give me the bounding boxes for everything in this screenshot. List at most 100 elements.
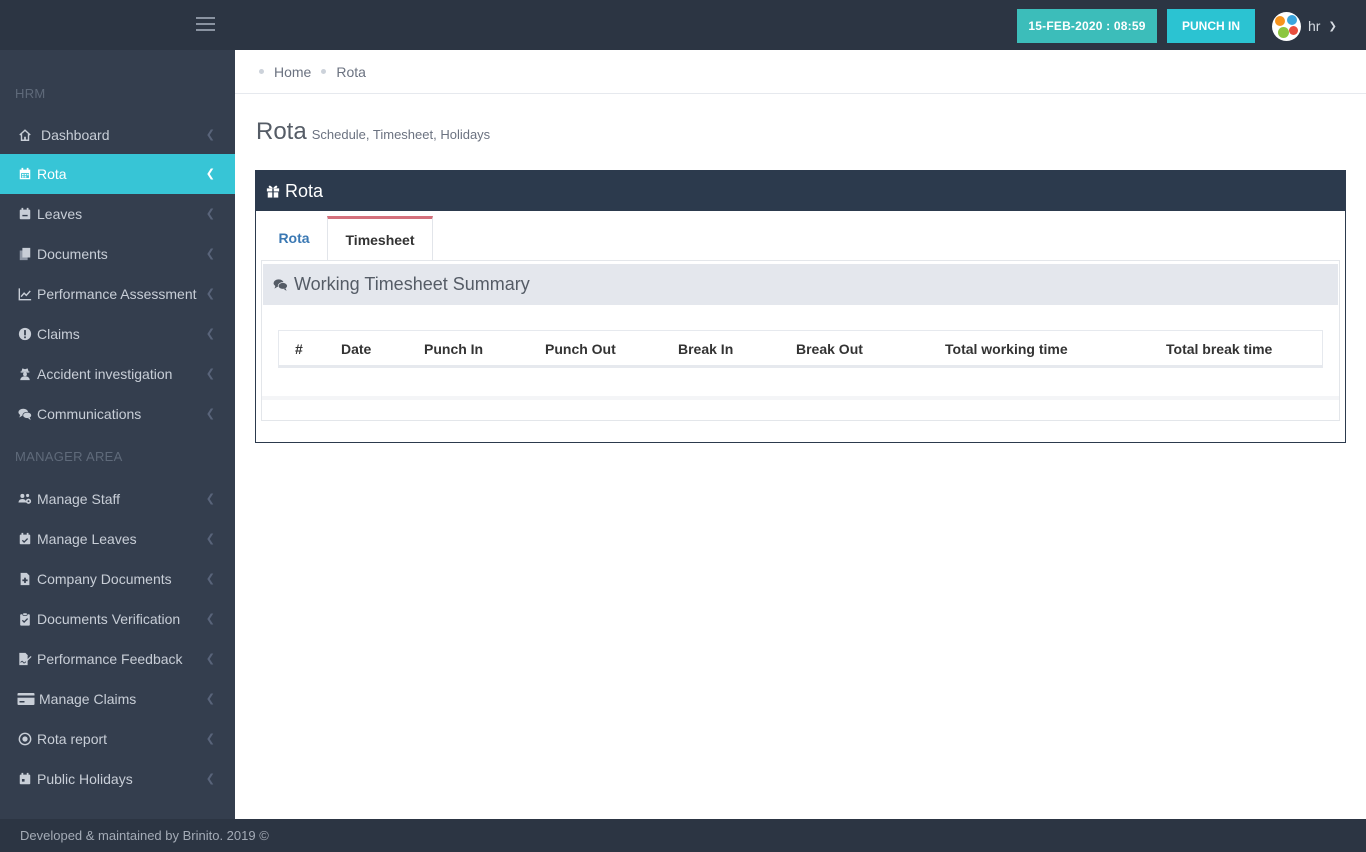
sidebar-item-label: Manage Leaves: [37, 531, 137, 547]
table-header-date[interactable]: Date: [341, 331, 371, 367]
chevron-left-icon: ❮: [205, 653, 215, 665]
sidebar-item-rota-report[interactable]: Rota report ❮: [0, 719, 235, 759]
sidebar-item-label: Accident investigation: [37, 366, 173, 382]
comments-icon: [17, 407, 33, 421]
calendar-minus-icon: [17, 207, 33, 221]
user-name: hr: [1308, 18, 1321, 34]
line-chart-icon: [17, 287, 33, 301]
chevron-left-icon: ❮: [205, 693, 215, 705]
sidebar-item-label: Company Documents: [37, 571, 172, 587]
sidebar-item-manage-claims[interactable]: Manage Claims ❮: [0, 679, 235, 719]
exclamation-circle-icon: [17, 327, 33, 341]
table-header-total-break-time[interactable]: Total break time: [1166, 331, 1272, 367]
panel-footer: [262, 396, 1339, 400]
sidebar-item-label: Manage Claims: [39, 691, 137, 707]
footer-text: Developed & maintained by Brinito. 2019 …: [20, 828, 269, 843]
sidebar-item-label: Dashboard: [41, 127, 110, 143]
sidebar-item-manage-staff[interactable]: Manage Staff ❮: [0, 479, 235, 519]
chevron-left-icon: ❮: [205, 493, 215, 505]
chevron-left-icon: ❮: [205, 368, 215, 380]
sidebar-item-communications[interactable]: Communications ❮: [0, 394, 235, 434]
page-subtitle: Schedule, Timesheet, Holidays: [311, 127, 491, 142]
card-header: Rota: [256, 171, 1345, 211]
sidebar-item-label: Communications: [37, 406, 142, 422]
table-header-break-in[interactable]: Break In: [678, 331, 733, 367]
chevron-left-icon: ❮: [205, 573, 215, 585]
sidebar-item-accident-investigation[interactable]: Accident investigation ❮: [0, 354, 235, 394]
panel-title: Working Timesheet Summary: [294, 274, 530, 294]
table-header-total-working-time[interactable]: Total working time: [945, 331, 1068, 367]
sidebar-item-label: Leaves: [37, 206, 83, 222]
sidebar-item-label: Documents: [37, 246, 108, 262]
sidebar-item-documents[interactable]: Documents ❮: [0, 234, 235, 274]
chevron-left-icon: ❮: [205, 733, 215, 745]
table-header-punch-out[interactable]: Punch Out: [545, 331, 616, 367]
footer: Developed & maintained by Brinito. 2019 …: [0, 819, 1366, 852]
gift-icon: [266, 185, 280, 198]
chevron-left-icon: ❮: [205, 248, 215, 260]
sidebar-item-manage-leaves[interactable]: Manage Leaves ❮: [0, 519, 235, 559]
sidebar-item-label: Documents Verification: [37, 611, 181, 627]
breadcrumb-home[interactable]: Home: [274, 64, 311, 80]
copy-icon: [17, 247, 33, 261]
users-cog-icon: [17, 492, 33, 506]
chevron-left-icon: ❮: [205, 288, 215, 300]
section-label-manager-area: MANAGER AREA: [15, 449, 123, 464]
datetime-badge: 15-FEB-2020 : 08:59: [1017, 9, 1157, 43]
tab-timesheet[interactable]: Timesheet: [327, 216, 433, 260]
dot-circle-icon: [17, 732, 33, 746]
calendar-day-icon: [17, 772, 33, 786]
sidebar-item-dashboard[interactable]: Dashboard ❮: [0, 115, 235, 155]
chevron-left-icon: ❮: [205, 613, 215, 625]
chevron-left-icon: ❮: [205, 168, 215, 180]
comments-icon: [273, 279, 288, 291]
sidebar-item-company-documents[interactable]: Company Documents ❮: [0, 559, 235, 599]
chevron-left-icon: ❮: [205, 328, 215, 340]
breadcrumb-separator: [259, 69, 264, 74]
chevron-left-icon: ❮: [205, 129, 215, 141]
rota-card: Rota Rota Timesheet Working Timesheet Su…: [255, 170, 1346, 443]
file-medical-icon: [17, 572, 33, 586]
sidebar-item-label: Claims: [37, 326, 80, 342]
timesheet-table: # Date Punch In Punch Out Break In Break…: [278, 330, 1323, 368]
sidebar-item-leaves[interactable]: Leaves ❮: [0, 194, 235, 234]
table-header-break-out[interactable]: Break Out: [796, 331, 863, 367]
chevron-left-icon: ❮: [205, 533, 215, 545]
avatar: [1272, 11, 1301, 41]
sidebar-item-rota[interactable]: Rota ❮: [0, 154, 235, 194]
file-signature-icon: [17, 652, 33, 666]
sidebar-item-label: Performance Assessment: [37, 286, 197, 302]
sidebar-item-documents-verification[interactable]: Documents Verification ❮: [0, 599, 235, 639]
user-secret-icon: [17, 367, 33, 381]
sidebar-item-performance-feedback[interactable]: Performance Feedback ❮: [0, 639, 235, 679]
breadcrumb-separator: [321, 69, 327, 74]
table-header-punch-in[interactable]: Punch In: [424, 331, 483, 367]
sidebar-item-label: Rota report: [37, 731, 108, 747]
punch-in-button[interactable]: PUNCH IN: [1167, 9, 1255, 43]
sidebar-item-claims[interactable]: Claims ❮: [0, 314, 235, 354]
sidebar-item-label: Rota: [37, 166, 67, 182]
breadcrumb: Home Rota: [235, 50, 1366, 94]
hamburger-menu-icon[interactable]: [196, 17, 215, 31]
tab-rota[interactable]: Rota: [262, 216, 326, 260]
sidebar-item-label: Performance Feedback: [37, 651, 183, 667]
chevron-left-icon: ❮: [205, 208, 215, 220]
sidebar: HRM Dashboard ❮ Rota ❮ Leaves ❮ Document…: [0, 50, 235, 819]
page-title-text: Rota: [256, 118, 307, 145]
breadcrumb-rota[interactable]: Rota: [336, 64, 366, 80]
panel-header: Working Timesheet Summary: [263, 264, 1338, 305]
chevron-left-icon: ❮: [205, 773, 215, 785]
top-bar: 15-FEB-2020 : 08:59 PUNCH IN hr ❯: [0, 0, 1366, 50]
sidebar-item-public-holidays[interactable]: Public Holidays ❮: [0, 759, 235, 799]
chevron-left-icon: ❮: [205, 408, 215, 420]
credit-card-icon: [17, 692, 35, 706]
chevron-down-icon: ❯: [1328, 21, 1337, 32]
sidebar-item-label: Manage Staff: [37, 491, 121, 507]
calendar-icon: [17, 167, 33, 181]
clipboard-check-icon: [17, 612, 33, 626]
timesheet-panel: Working Timesheet Summary # Date Punch I…: [261, 260, 1340, 421]
user-menu[interactable]: hr ❯: [1272, 11, 1337, 41]
sidebar-item-performance-assessment[interactable]: Performance Assessment ❮: [0, 274, 235, 314]
tab-bar: Rota Timesheet: [256, 216, 1345, 260]
table-header-index[interactable]: #: [295, 331, 303, 367]
